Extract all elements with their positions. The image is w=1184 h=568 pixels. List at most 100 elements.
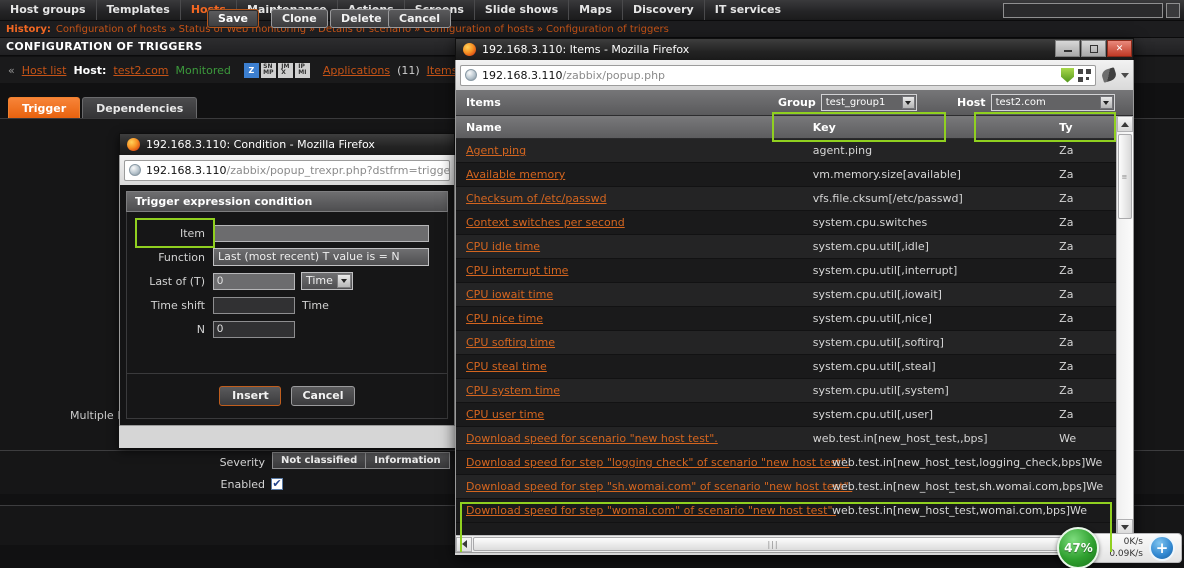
menu-item-it-services[interactable]: IT services — [705, 0, 791, 20]
close-button[interactable]: ✕ — [1107, 40, 1132, 57]
chevron-down-icon[interactable] — [1099, 96, 1113, 109]
group-select[interactable]: test_group1 — [820, 94, 917, 111]
save-button[interactable]: Save — [207, 9, 259, 28]
field-item-row: Item — [127, 224, 429, 242]
table-row[interactable]: CPU user time system.cpu.util[,user] Za — [456, 403, 1116, 427]
item-name-link[interactable]: Agent ping — [466, 144, 526, 157]
item-name-link[interactable]: CPU interrupt time — [466, 264, 568, 277]
back-arrow-icon[interactable]: « — [8, 64, 15, 77]
table-row[interactable]: CPU idle time system.cpu.util[,idle] Za — [456, 235, 1116, 259]
items-window-titlebar[interactable]: 192.168.3.110: Items - Mozilla Firefox ✕ — [455, 38, 1134, 60]
table-row[interactable]: CPU softirq time system.cpu.util[,softirq… — [456, 331, 1116, 355]
item-name-link[interactable]: Download speed for step "sh.womai.com" o… — [466, 480, 852, 493]
condition-window-titlebar[interactable]: 192.168.3.110: Condition - Mozilla Firef… — [119, 133, 455, 155]
horizontal-scroll-thumb[interactable]: ||| — [473, 537, 1073, 551]
clone-button[interactable]: Clone — [271, 9, 328, 28]
menu-item-maps[interactable]: Maps — [569, 0, 623, 20]
item-name-link[interactable]: CPU nice time — [466, 312, 543, 325]
items-vertical-scrollbar[interactable]: ≡ — [1116, 116, 1133, 535]
table-row[interactable]: CPU iowait time system.cpu.util[,iowait] Z… — [456, 283, 1116, 307]
item-name-link[interactable]: CPU system time — [466, 384, 560, 397]
enabled-checkbox[interactable]: ✔ — [271, 478, 283, 490]
add-button-icon[interactable]: + — [1149, 535, 1175, 561]
insert-button[interactable]: Insert — [219, 386, 282, 406]
item-type-cell: Za — [1059, 144, 1074, 157]
table-row[interactable]: Checksum of /etc/passwd vfs.file.cksum[/e… — [456, 187, 1116, 211]
table-row[interactable]: CPU system time system.cpu.util[,system] Z… — [456, 379, 1116, 403]
severity-information[interactable]: Information — [365, 452, 450, 469]
applications-link[interactable]: Applications — [323, 64, 390, 77]
host-select[interactable]: test2.com — [990, 94, 1115, 111]
item-key-cell: web.test.in[new_host_test,logging_check,… — [832, 456, 1086, 469]
table-row[interactable]: CPU interrupt time system.cpu.util[,inter… — [456, 259, 1116, 283]
menu-item-discovery[interactable]: Discovery — [623, 0, 705, 20]
time-shift-input[interactable] — [213, 296, 295, 314]
qr-code-icon[interactable] — [1078, 68, 1091, 82]
n-input[interactable] — [213, 320, 295, 338]
item-name-link[interactable]: Checksum of /etc/passwd — [466, 192, 607, 205]
breadcrumb-link[interactable]: Configuration of hosts — [56, 24, 167, 35]
chevron-down-icon[interactable] — [337, 274, 351, 288]
table-row[interactable]: Download speed for step "sh.womai.com" o… — [456, 475, 1116, 499]
chevron-down-icon[interactable] — [901, 96, 915, 109]
item-name-link[interactable]: CPU softirq time — [466, 336, 555, 349]
chevron-down-icon[interactable] — [1121, 72, 1129, 78]
item-name-link[interactable]: Context switches per second — [466, 216, 625, 229]
site-identity-icon[interactable] — [1061, 67, 1074, 83]
delete-button[interactable]: Delete — [330, 9, 393, 28]
table-row[interactable]: Download speed for scenario "new host te… — [456, 427, 1116, 451]
menu-item-templates[interactable]: Templates — [97, 0, 181, 20]
maximize-button[interactable] — [1081, 40, 1106, 57]
table-row[interactable]: Download speed for step "womai.com" of s… — [456, 499, 1116, 523]
tab-dependencies[interactable]: Dependencies — [82, 97, 198, 118]
feather-icon[interactable] — [1100, 67, 1118, 83]
item-name-link[interactable]: CPU iowait time — [466, 288, 553, 301]
scroll-up-arrow-icon[interactable] — [1117, 116, 1133, 132]
tab-trigger[interactable]: Trigger — [8, 97, 81, 118]
search-input[interactable] — [1003, 3, 1163, 18]
items-link[interactable]: Items — [427, 64, 458, 77]
applications-count: (11) — [397, 63, 420, 77]
cancel-button[interactable]: Cancel — [388, 9, 452, 28]
items-table-header: Name Key Ty — [456, 116, 1116, 139]
severity-not-classified[interactable]: Not classified — [272, 452, 366, 469]
condition-cancel-button[interactable]: Cancel — [291, 386, 355, 406]
item-type-cell: We — [1085, 456, 1103, 469]
vertical-scroll-thumb[interactable]: ≡ — [1118, 134, 1132, 219]
host-list-link[interactable]: Host list — [22, 64, 67, 77]
item-type-cell: Za — [1059, 312, 1074, 325]
table-row[interactable]: CPU nice time system.cpu.util[,nice] Za — [456, 307, 1116, 331]
items-url-bar[interactable]: 192.168.3.110 /zabbix/popup.php — [460, 64, 1096, 86]
item-name-link[interactable]: Download speed for scenario "new host te… — [466, 432, 718, 445]
function-select[interactable]: Last (most recent) T value is = N — [213, 248, 429, 266]
search-button-icon[interactable] — [1166, 3, 1180, 18]
item-type-cell: We — [1070, 504, 1087, 517]
item-name-link[interactable]: Download speed for step "womai.com" of s… — [466, 504, 836, 517]
menu-item-host-groups[interactable]: Host groups — [0, 0, 97, 20]
item-name-link[interactable]: Download speed for step "logging check" … — [466, 456, 849, 469]
table-row[interactable]: Download speed for step "logging check" … — [456, 451, 1116, 475]
item-name-link[interactable]: CPU steal time — [466, 360, 547, 373]
item-input[interactable] — [213, 224, 429, 242]
scroll-left-arrow-icon[interactable] — [456, 536, 472, 552]
minimize-button[interactable] — [1055, 40, 1080, 57]
field-time-shift-label: Time shift — [150, 298, 205, 312]
breadcrumb-link[interactable]: Configuration of triggers — [546, 24, 669, 35]
item-name-link[interactable]: CPU user time — [466, 408, 544, 421]
table-row[interactable]: Context switches per second system.cpu.sw… — [456, 211, 1116, 235]
table-row[interactable]: CPU steal time system.cpu.util[,steal] Za — [456, 355, 1116, 379]
last-of-t-input[interactable] — [213, 272, 295, 290]
item-name-link[interactable]: CPU idle time — [466, 240, 540, 253]
items-toolbar: Items Group test_group1 Host test2.com — [456, 90, 1133, 116]
table-row[interactable]: Agent ping agent.ping Za — [456, 139, 1116, 163]
item-type-cell: We — [1086, 480, 1104, 493]
items-horizontal-scrollbar[interactable]: ||| — [456, 535, 1116, 552]
table-row[interactable]: Available memory vm.memory.size[available… — [456, 163, 1116, 187]
condition-url-bar[interactable]: 192.168.3.110 /zabbix/popup_trexpr.php?d… — [124, 159, 450, 181]
host-name-link[interactable]: test2.com — [113, 64, 168, 77]
item-type-cell: Za — [1059, 384, 1074, 397]
gauge-percent[interactable]: 47% — [1057, 527, 1100, 568]
item-name-link[interactable]: Available memory — [466, 168, 565, 181]
last-of-t-unit-select[interactable]: Time — [301, 272, 353, 290]
menu-item-slide-shows[interactable]: Slide shows — [475, 0, 570, 20]
